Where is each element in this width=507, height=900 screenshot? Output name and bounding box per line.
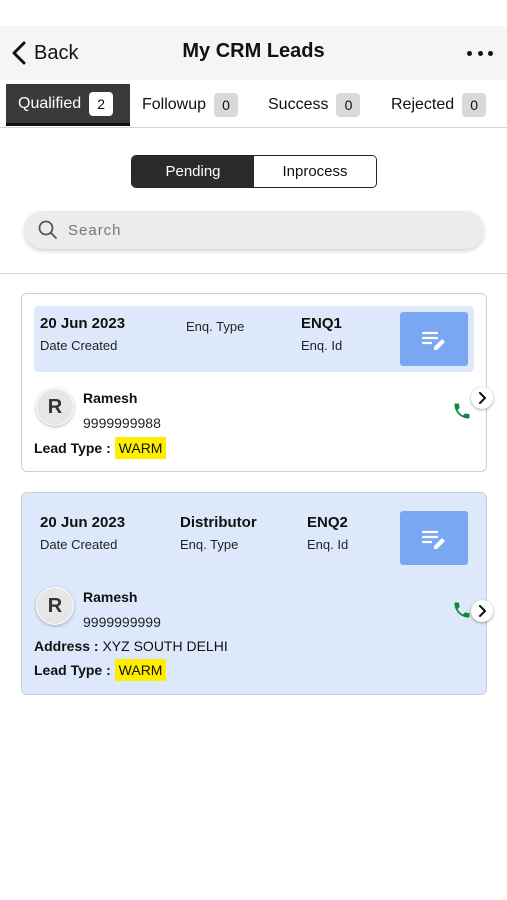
- edit-button[interactable]: [400, 511, 468, 565]
- edit-note-icon: [421, 331, 445, 350]
- lead-summary: 20 Jun 2023 Date Created Enq. Type ENQ1 …: [34, 306, 474, 372]
- enq-id-label: Enq. Id: [307, 537, 349, 552]
- address-label: Address :: [34, 638, 99, 654]
- lead-name: Ramesh: [83, 589, 138, 605]
- tab-label: Rejected: [391, 96, 455, 113]
- count-badge: 0: [214, 93, 239, 117]
- tab-label: Success: [268, 96, 329, 113]
- date-value: 20 Jun 2023: [40, 514, 126, 531]
- tab-rejected[interactable]: Rejected 0: [391, 84, 487, 126]
- divider: [0, 273, 507, 274]
- lead-type-row: Lead Type : WARM: [34, 659, 167, 681]
- search-bar: [24, 211, 484, 249]
- lead-type-badge: WARM: [114, 437, 167, 459]
- enq-type-value: Distributor: [180, 514, 257, 531]
- pending-inprocess-toggle: Pending Inprocess: [131, 155, 377, 188]
- chevron-right-icon: [479, 392, 486, 404]
- tab-label: Followup: [142, 96, 207, 113]
- lead-type-badge: WARM: [114, 659, 167, 681]
- lead-type-label: Lead Type :: [34, 440, 111, 456]
- enq-id-label: Enq. Id: [301, 338, 343, 353]
- tab-label: Qualified: [18, 94, 82, 112]
- tab-qualified[interactable]: Qualified 2: [6, 84, 130, 126]
- page-title: My CRM Leads: [182, 40, 325, 62]
- lead-card[interactable]: 20 Jun 2023 Date Created Enq. Type ENQ1 …: [21, 293, 493, 472]
- top-bar: Back My CRM Leads: [0, 26, 507, 80]
- lead-type-label: Lead Type :: [34, 662, 111, 678]
- segment-pending[interactable]: Pending: [132, 156, 254, 187]
- crm-leads-screen: Back My CRM Leads Qualified 2 Followup 0…: [0, 0, 507, 900]
- lead-card[interactable]: 20 Jun 2023 Date Created Distributor Enq…: [21, 492, 493, 695]
- search-icon: [38, 220, 57, 239]
- enq-type-label: Enq. Type: [186, 319, 245, 334]
- enq-id-block: ENQ1 Enq. Id: [301, 315, 342, 353]
- enq-type-label: Enq. Type: [180, 537, 239, 552]
- lead-summary: 20 Jun 2023 Date Created Distributor Enq…: [34, 505, 474, 571]
- more-dots-icon[interactable]: [467, 48, 493, 58]
- date-value: 20 Jun 2023: [40, 315, 126, 332]
- date-created-block: 20 Jun 2023 Date Created: [40, 514, 125, 552]
- phone-icon[interactable]: [452, 600, 472, 620]
- status-tabs: Qualified 2 Followup 0 Success 0 Rejecte…: [0, 80, 507, 128]
- open-lead-button[interactable]: [471, 600, 493, 622]
- count-badge: 2: [89, 91, 114, 116]
- phone-icon[interactable]: [452, 401, 472, 421]
- enq-id-block: ENQ2 Enq. Id: [307, 514, 348, 552]
- search-input[interactable]: [68, 221, 448, 239]
- date-label: Date Created: [40, 537, 118, 552]
- date-label: Date Created: [40, 338, 118, 353]
- edit-note-icon: [421, 530, 445, 549]
- avatar: R: [36, 587, 74, 625]
- date-created-block: 20 Jun 2023 Date Created: [40, 315, 125, 353]
- chevron-right-icon: [479, 605, 486, 617]
- lead-name: Ramesh: [83, 390, 138, 406]
- enq-id-value: ENQ1: [301, 315, 342, 332]
- open-lead-button[interactable]: [471, 387, 493, 409]
- lead-phone: 9999999988: [83, 415, 161, 431]
- segment-inprocess[interactable]: Inprocess: [254, 156, 376, 187]
- count-badge: 0: [462, 93, 487, 117]
- enq-type-block: Distributor Enq. Type: [180, 514, 257, 552]
- count-badge: 0: [336, 93, 361, 117]
- lead-phone: 9999999999: [83, 614, 161, 630]
- avatar: R: [36, 388, 74, 426]
- tab-followup[interactable]: Followup 0: [142, 84, 239, 126]
- lead-type-row: Lead Type : WARM: [34, 437, 167, 459]
- tab-success[interactable]: Success 0: [268, 84, 361, 126]
- address-row: Address : XYZ SOUTH DELHI: [34, 638, 228, 654]
- address-value: XYZ SOUTH DELHI: [102, 638, 228, 654]
- enq-id-value: ENQ2: [307, 514, 348, 531]
- edit-button[interactable]: [400, 312, 468, 366]
